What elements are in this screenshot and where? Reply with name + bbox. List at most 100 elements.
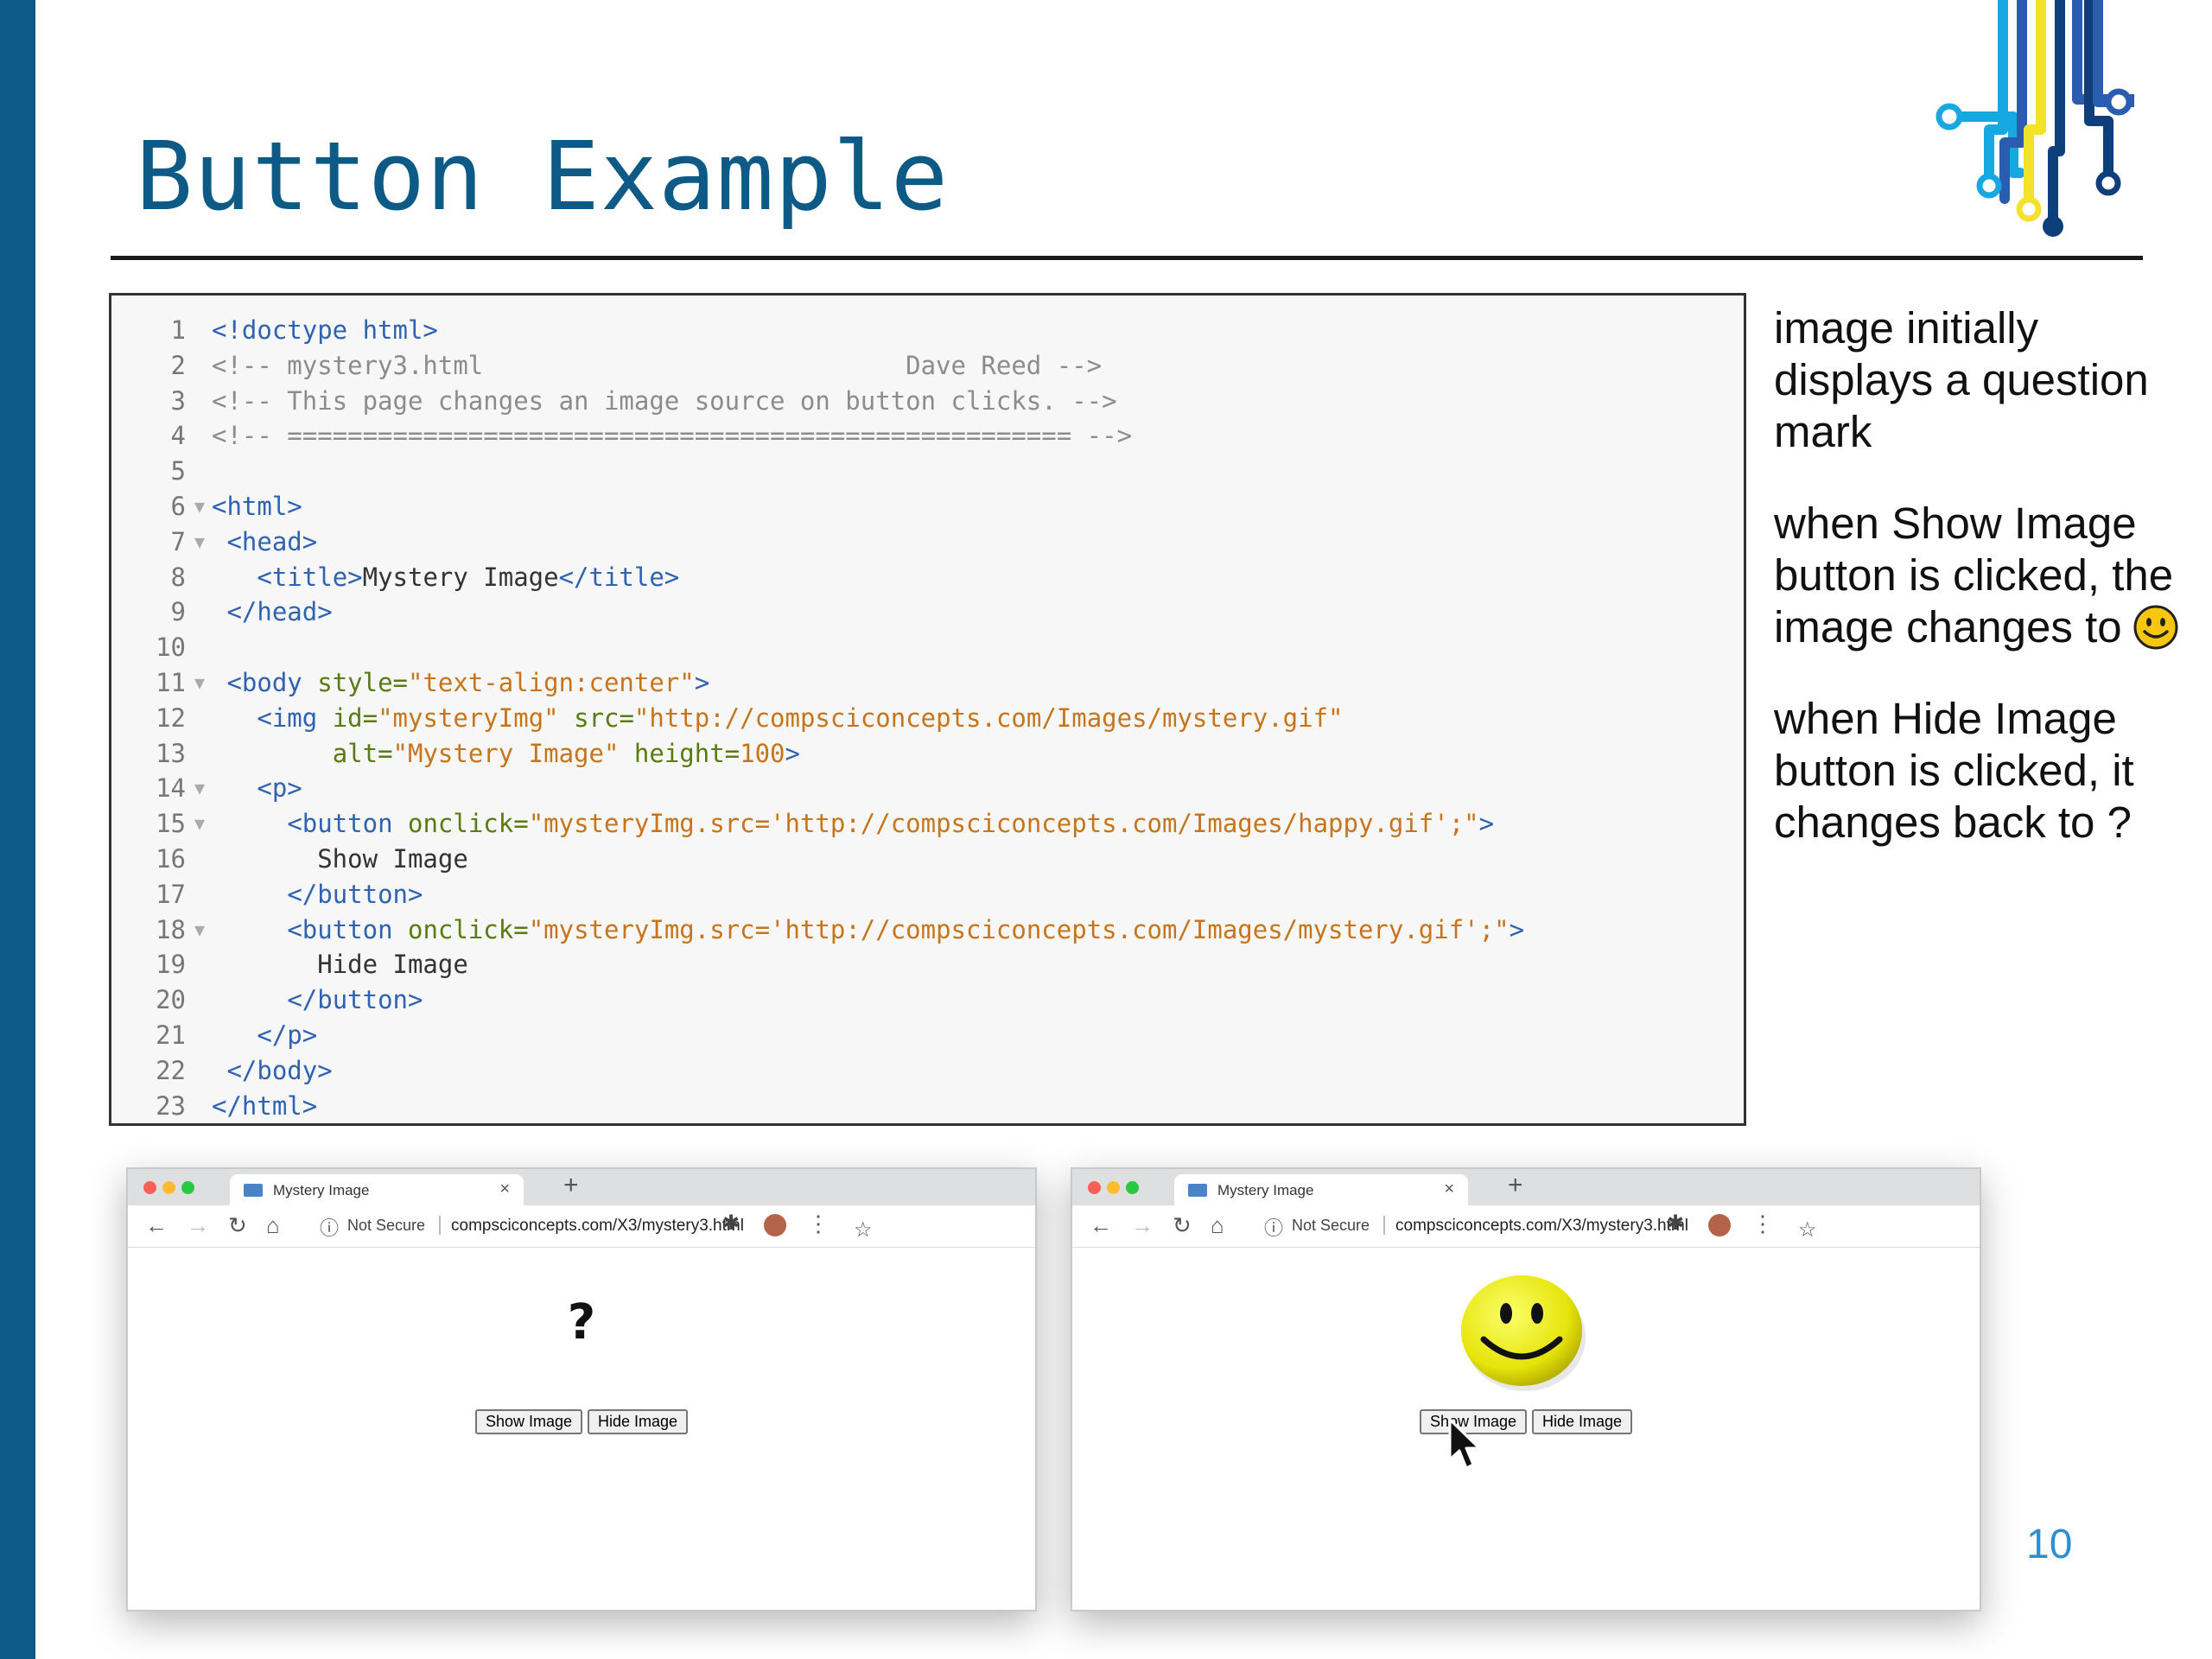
- left-accent-bar: [0, 0, 35, 1659]
- code-line: 20 </button>: [111, 982, 1744, 1018]
- button-row: Show Image Hide Image: [1072, 1409, 1980, 1434]
- title-divider: [111, 256, 2143, 260]
- info-icon[interactable]: ⓘ: [320, 1213, 339, 1241]
- code-token: id=: [332, 702, 378, 733]
- code-line: 19 Hide Image: [111, 947, 1744, 982]
- hide-image-button[interactable]: Hide Image: [1532, 1409, 1633, 1434]
- maximize-window-dot[interactable]: [1126, 1181, 1139, 1194]
- code-line: 6 ▼ <html>: [111, 489, 1744, 524]
- fold-arrow-icon[interactable]: ▼: [194, 665, 205, 701]
- browser-toolbar: ← → ↻ ⌂ ⓘ Not Secure compsciconcepts.com…: [1072, 1205, 1980, 1248]
- code-token: <!-- This page changes an image source o…: [212, 385, 1117, 416]
- maximize-window-dot[interactable]: [181, 1181, 194, 1194]
- code-text: <title>Mystery Image</title>: [212, 560, 679, 595]
- minimize-window-dot[interactable]: [1107, 1181, 1120, 1194]
- code-line: 15 ▼ <button onclick="mysteryImg.src='htt…: [111, 806, 1744, 842]
- close-window-dot[interactable]: [143, 1181, 156, 1194]
- back-icon[interactable]: ←: [1090, 1212, 1112, 1238]
- code-token: onclick=: [408, 914, 529, 944]
- code-token: >: [785, 738, 800, 768]
- browser-tab[interactable]: Mystery Image ×: [230, 1174, 524, 1205]
- fold-arrow-icon[interactable]: ▼: [194, 806, 205, 842]
- code-token: <body: [226, 667, 318, 697]
- new-tab-icon[interactable]: +: [563, 1171, 579, 1200]
- home-icon[interactable]: ⌂: [1211, 1212, 1224, 1238]
- menu-icon[interactable]: ⋮: [807, 1211, 830, 1237]
- code-text: <button onclick="mysteryImg.src='http://…: [212, 806, 1494, 842]
- line-number: 13: [156, 738, 186, 768]
- bookmark-star-icon[interactable]: ☆: [1798, 1217, 1817, 1243]
- code-token: <img: [257, 702, 333, 733]
- code-token: </button>: [287, 985, 423, 1015]
- forward-icon[interactable]: →: [1131, 1212, 1154, 1238]
- extensions-icon[interactable]: ✱: [722, 1211, 740, 1236]
- line-number: 15: [156, 809, 186, 839]
- fold-arrow-icon[interactable]: ▼: [194, 489, 205, 524]
- code-token: <!-- mystery3.html Dave Reed -->: [212, 350, 1103, 380]
- code-token: >: [1478, 809, 1495, 839]
- browser-tab[interactable]: Mystery Image ×: [1174, 1174, 1468, 1205]
- profile-avatar[interactable]: [764, 1214, 786, 1236]
- code-token: height=: [619, 738, 741, 768]
- line-number: 17: [156, 879, 186, 909]
- code-token: "text-align:center": [408, 667, 695, 697]
- close-window-dot[interactable]: [1088, 1181, 1101, 1194]
- code-text: <!doctype html>: [212, 313, 438, 348]
- close-tab-icon[interactable]: ×: [499, 1179, 510, 1199]
- line-number: 21: [156, 1020, 186, 1050]
- minimize-window-dot[interactable]: [162, 1181, 175, 1194]
- code-text: <p>: [212, 771, 302, 806]
- code-line: 23 </html>: [111, 1089, 1744, 1124]
- happy-image-smiley: [1461, 1275, 1586, 1391]
- bookmark-star-icon[interactable]: ☆: [854, 1217, 873, 1243]
- code-text: <img id="mysteryImg" src="http://compsci…: [212, 701, 1343, 736]
- code-text: <head>: [212, 524, 317, 560]
- code-line: 12 <img id="mysteryImg" src="http://comp…: [111, 701, 1744, 736]
- code-token: "mysteryImg": [378, 702, 559, 733]
- hide-image-button[interactable]: Hide Image: [588, 1409, 689, 1434]
- code-line: 1 <!doctype html>: [111, 313, 1744, 348]
- code-text: </head>: [212, 594, 333, 630]
- home-icon[interactable]: ⌂: [266, 1212, 280, 1238]
- fold-arrow-icon[interactable]: ▼: [194, 912, 205, 948]
- show-image-button[interactable]: Show Image: [474, 1409, 582, 1434]
- code-line: 14 ▼ <p>: [111, 771, 1744, 806]
- code-line: 8 <title>Mystery Image</title>: [111, 560, 1744, 595]
- code-line: 5: [111, 454, 1744, 489]
- fold-arrow-icon[interactable]: ▼: [194, 524, 205, 560]
- code-token: alt=: [332, 738, 393, 768]
- code-text: Show Image: [212, 842, 468, 877]
- line-number: 18: [156, 914, 186, 944]
- menu-icon[interactable]: ⋮: [1751, 1211, 1774, 1237]
- tab-bar: Mystery Image × +: [128, 1169, 1035, 1205]
- new-tab-icon[interactable]: +: [1508, 1171, 1523, 1200]
- code-token: </head>: [226, 597, 333, 627]
- reload-icon[interactable]: ↻: [228, 1212, 247, 1238]
- code-token: </body>: [226, 1055, 333, 1085]
- line-number: 6: [170, 491, 186, 521]
- line-number: 12: [156, 702, 186, 733]
- code-token: <title>: [257, 562, 363, 592]
- slide-title: Button Example: [136, 121, 950, 232]
- reload-icon[interactable]: ↻: [1173, 1212, 1192, 1238]
- code-text: Hide Image: [212, 947, 468, 982]
- fold-arrow-icon[interactable]: ▼: [194, 771, 205, 806]
- line-number: 3: [170, 385, 186, 416]
- close-tab-icon[interactable]: ×: [1444, 1179, 1454, 1199]
- forward-icon[interactable]: →: [187, 1212, 209, 1238]
- profile-avatar[interactable]: [1708, 1214, 1731, 1236]
- back-icon[interactable]: ←: [145, 1212, 168, 1238]
- mystery-image-question: ?: [567, 1294, 596, 1351]
- line-number: 14: [156, 773, 186, 804]
- extensions-icon[interactable]: ✱: [1667, 1211, 1684, 1236]
- code-token: </button>: [287, 879, 423, 909]
- code-line: 17 </button>: [111, 877, 1744, 912]
- code-token: <head>: [226, 526, 318, 556]
- code-text: </p>: [212, 1018, 317, 1053]
- info-icon[interactable]: ⓘ: [1264, 1213, 1283, 1241]
- not-secure-label: Not Secure: [347, 1217, 426, 1234]
